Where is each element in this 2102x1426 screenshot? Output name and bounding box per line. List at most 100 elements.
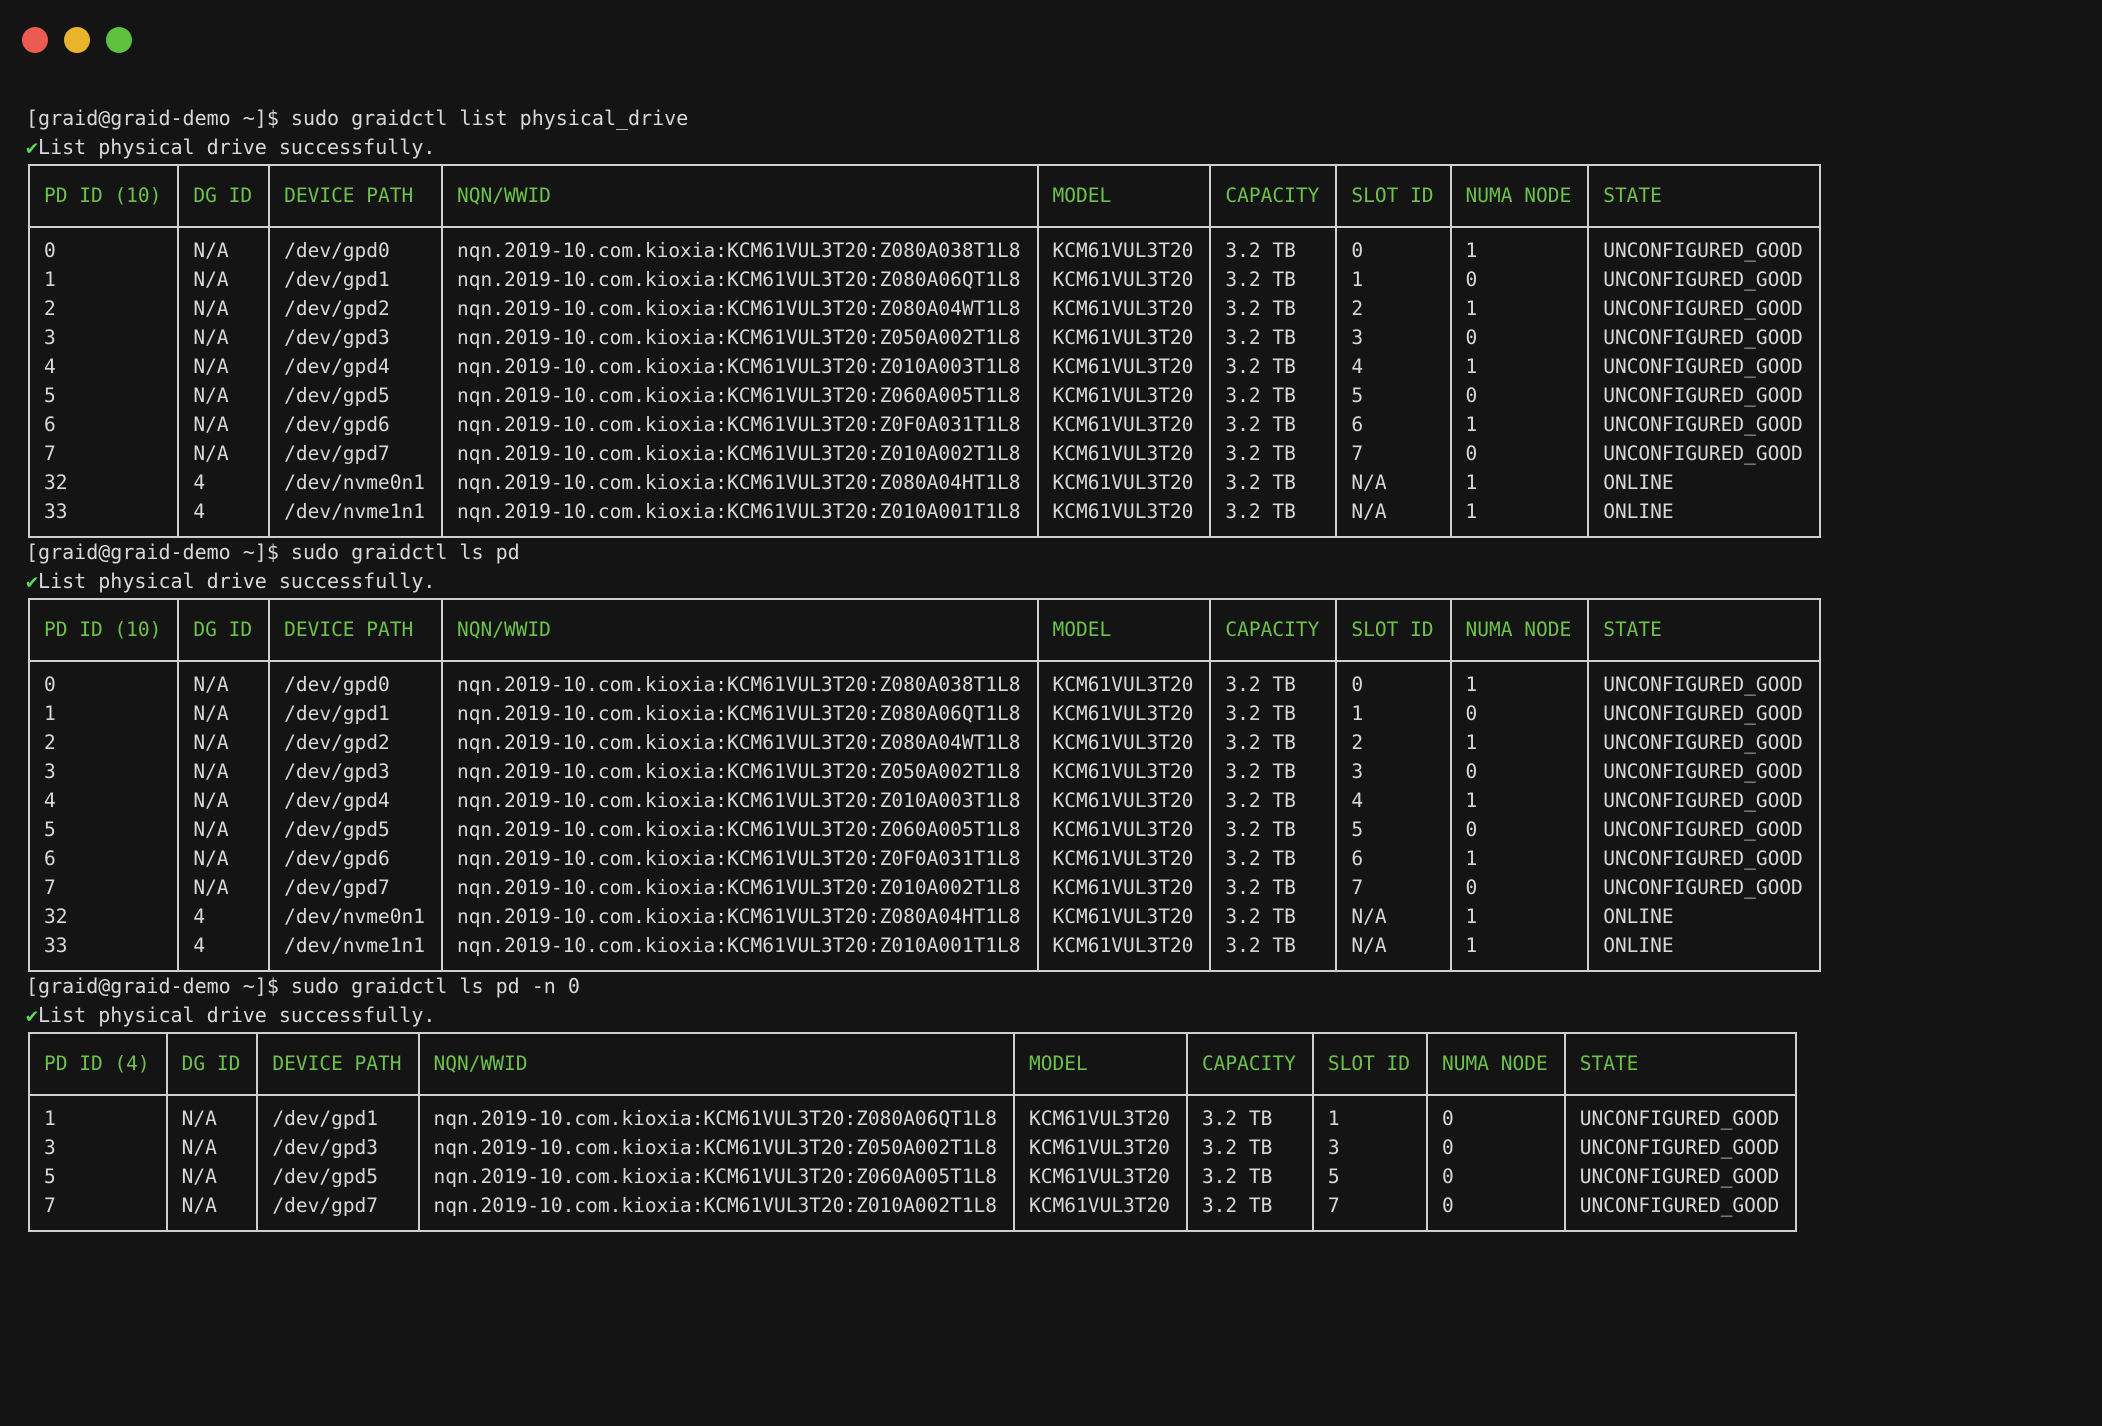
column-header: PD ID (10)	[27, 164, 180, 228]
table-cell: 7	[27, 873, 180, 902]
table-cell: 1	[1335, 699, 1452, 728]
table-cell: 0	[1335, 661, 1452, 699]
table-cell: 3.2 TB	[1209, 902, 1338, 931]
table-cell: 3.2 TB	[1209, 439, 1338, 468]
table-cell: N/A	[177, 728, 271, 757]
table-cell: 5	[1335, 381, 1452, 410]
table-cell: 3.2 TB	[1209, 661, 1338, 699]
table-cell: 3	[28, 1133, 168, 1162]
table-cell: N/A	[177, 815, 271, 844]
column-header: STATE	[1587, 598, 1821, 662]
table-cell: UNCONFIGURED_GOOD	[1587, 873, 1821, 902]
table-cell: 6	[27, 410, 180, 439]
table-cell: 3.2 TB	[1209, 815, 1338, 844]
table-cell: 3.2 TB	[1209, 757, 1338, 786]
checkmark-icon: ✔	[26, 135, 39, 159]
table-cell: UNCONFIGURED_GOOD	[1587, 410, 1821, 439]
table-cell: 5	[27, 815, 180, 844]
table-cell: 0	[1426, 1191, 1566, 1232]
table-cell: UNCONFIGURED_GOOD	[1563, 1133, 1798, 1162]
table-cell: 0	[1449, 699, 1590, 728]
column-header: NUMA NODE	[1449, 598, 1590, 662]
table-row: 32 4/dev/nvme0n1 nqn.2019-10.com.kioxia:KC…	[27, 468, 1821, 497]
table-cell: KCM61VUL3T20	[1036, 844, 1212, 873]
column-header: SLOT ID	[1335, 164, 1452, 228]
table-cell: 0	[1335, 227, 1452, 265]
table-cell: nqn.2019-10.com.kioxia:KCM61VUL3T20:Z050…	[417, 1133, 1016, 1162]
table-cell: nqn.2019-10.com.kioxia:KCM61VUL3T20:Z050…	[441, 757, 1039, 786]
table-cell: 1	[1449, 352, 1590, 381]
column-header: NQN/WWID	[441, 164, 1039, 228]
table-row: 33 4/dev/nvme1n1 nqn.2019-10.com.kioxia:KC…	[27, 931, 1821, 972]
table-cell: nqn.2019-10.com.kioxia:KCM61VUL3T20:Z080…	[441, 902, 1039, 931]
table-cell: 1	[1449, 902, 1590, 931]
table-cell: N/A	[165, 1191, 259, 1232]
table-cell: nqn.2019-10.com.kioxia:KCM61VUL3T20:Z080…	[441, 699, 1039, 728]
table-cell: nqn.2019-10.com.kioxia:KCM61VUL3T20:Z010…	[417, 1191, 1016, 1232]
table-cell: KCM61VUL3T20	[1013, 1133, 1188, 1162]
table-cell: UNCONFIGURED_GOOD	[1587, 352, 1821, 381]
table-cell: 0	[1449, 815, 1590, 844]
table-cell: 0	[1449, 439, 1590, 468]
table-cell: 1	[1449, 728, 1590, 757]
status-line: ✔List physical drive successfully.	[26, 1001, 2076, 1030]
column-header: CAPACITY	[1209, 598, 1338, 662]
table-row: 5 N/A/dev/gpd5 nqn.2019-10.com.kioxia:KCM6…	[28, 1162, 1798, 1191]
table-cell: nqn.2019-10.com.kioxia:KCM61VUL3T20:Z010…	[441, 352, 1039, 381]
table-cell: 7	[27, 439, 180, 468]
table-cell: nqn.2019-10.com.kioxia:KCM61VUL3T20:Z0F0…	[441, 410, 1039, 439]
table-cell: N/A	[177, 699, 271, 728]
column-header: CAPACITY	[1209, 164, 1338, 228]
table-cell: 7	[1311, 1191, 1429, 1232]
table-cell: ONLINE	[1587, 902, 1821, 931]
table-cell: /dev/gpd4	[268, 786, 443, 815]
column-header: DG ID	[177, 598, 271, 662]
table-row: 3 N/A/dev/gpd3 nqn.2019-10.com.kioxia:KCM6…	[27, 323, 1821, 352]
window-controls	[22, 27, 132, 53]
column-header: SLOT ID	[1335, 598, 1452, 662]
table-cell: nqn.2019-10.com.kioxia:KCM61VUL3T20:Z0F0…	[441, 844, 1039, 873]
minimize-button[interactable]	[64, 27, 90, 53]
table-cell: 6	[1335, 410, 1452, 439]
table-cell: 3.2 TB	[1209, 410, 1338, 439]
table-cell: UNCONFIGURED_GOOD	[1563, 1162, 1798, 1191]
table-cell: UNCONFIGURED_GOOD	[1587, 815, 1821, 844]
status-message: List physical drive successfully.	[38, 135, 436, 159]
table-cell: /dev/nvme0n1	[268, 468, 443, 497]
table-cell: /dev/gpd5	[268, 815, 443, 844]
table-cell: 1	[1311, 1095, 1429, 1133]
table-cell: 3.2 TB	[1209, 227, 1338, 265]
maximize-button[interactable]	[106, 27, 132, 53]
table-cell: /dev/gpd0	[268, 227, 443, 265]
table-cell: /dev/gpd3	[268, 757, 443, 786]
table-cell: nqn.2019-10.com.kioxia:KCM61VUL3T20:Z080…	[441, 661, 1039, 699]
table-cell: nqn.2019-10.com.kioxia:KCM61VUL3T20:Z010…	[441, 786, 1039, 815]
table-cell: /dev/nvme0n1	[268, 902, 443, 931]
checkmark-icon: ✔	[26, 569, 39, 593]
table-cell: 1	[1335, 265, 1452, 294]
table-cell: nqn.2019-10.com.kioxia:KCM61VUL3T20:Z060…	[441, 815, 1039, 844]
table-cell: 5	[28, 1162, 168, 1191]
table-cell: nqn.2019-10.com.kioxia:KCM61VUL3T20:Z050…	[441, 323, 1039, 352]
table-cell: nqn.2019-10.com.kioxia:KCM61VUL3T20:Z080…	[441, 265, 1039, 294]
terminal-output[interactable]: [graid@graid-demo ~]$ sudo graidctl list…	[26, 104, 2076, 1232]
table-cell: KCM61VUL3T20	[1036, 439, 1212, 468]
table-cell: nqn.2019-10.com.kioxia:KCM61VUL3T20:Z080…	[417, 1095, 1016, 1133]
table-cell: UNCONFIGURED_GOOD	[1587, 439, 1821, 468]
table-cell: 1	[27, 265, 180, 294]
table-cell: KCM61VUL3T20	[1013, 1162, 1188, 1191]
table-cell: /dev/gpd1	[256, 1095, 420, 1133]
table-cell: KCM61VUL3T20	[1036, 699, 1212, 728]
table-cell: KCM61VUL3T20	[1036, 410, 1212, 439]
column-header: NUMA NODE	[1449, 164, 1590, 228]
table-cell: /dev/gpd7	[268, 873, 443, 902]
table-cell: 3.2 TB	[1209, 497, 1338, 538]
column-header: NQN/WWID	[441, 598, 1039, 662]
table-cell: 1	[1449, 227, 1590, 265]
table-cell: 5	[1335, 815, 1452, 844]
table-cell: 2	[1335, 728, 1452, 757]
close-button[interactable]	[22, 27, 48, 53]
table-cell: 0	[1449, 757, 1590, 786]
table-cell: 2	[27, 728, 180, 757]
table-cell: 5	[1311, 1162, 1429, 1191]
